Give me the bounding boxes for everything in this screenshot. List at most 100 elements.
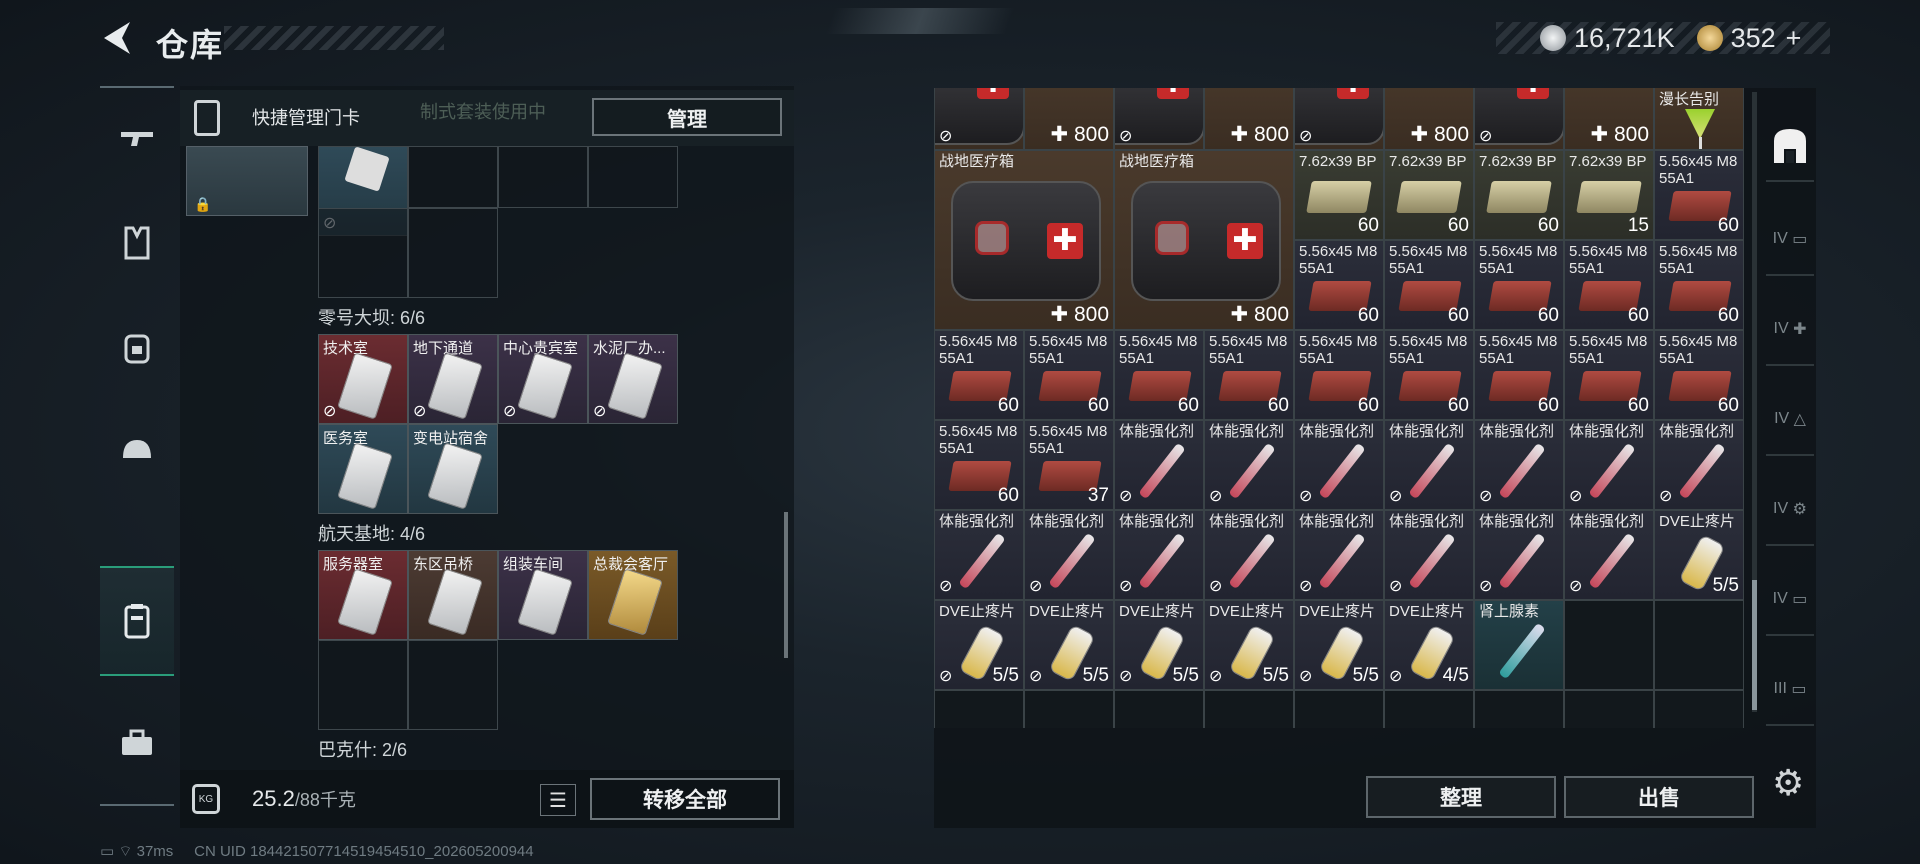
medkit-item[interactable]: ✚⊘ [934,88,1024,150]
ammo-556-item[interactable]: 5.56x45 M855A1 60 [1474,240,1564,330]
field-medkit-item[interactable]: 战地医疗箱 ✚ ✚ 800 [934,150,1114,330]
empty-keycard-slot[interactable] [318,208,408,298]
empty-keycard-slot[interactable] [318,640,408,730]
stim-item[interactable]: 体能强化剂 ⊘ [1024,510,1114,600]
ammo-762-bp-item[interactable]: 7.62x39 BP 60 [1474,150,1564,240]
ammo-556-item[interactable]: 5.56x45 M855A1 60 [1294,330,1384,420]
stim-item[interactable]: 体能强化剂 ⊘ [1474,420,1564,510]
stash-tab-misc[interactable]: IV ▭ [1766,564,1814,636]
settings-gear-icon[interactable]: ⚙ [1772,762,1804,804]
left-scrollbar[interactable] [784,512,788,658]
empty-keycard-slot[interactable] [408,640,498,730]
keycard[interactable]: 东区吊桥 [408,550,498,640]
rifle-icon[interactable] [100,86,174,192]
medkit-item[interactable]: ✚ 800 [1204,88,1294,150]
empty-stash-slot[interactable] [1564,690,1654,728]
empty-stash-slot[interactable] [1384,690,1474,728]
stim-item[interactable]: 体能强化剂 ⊘ [1204,420,1294,510]
empty-keycard-slot[interactable] [588,146,678,208]
empty-stash-slot[interactable] [1654,600,1744,690]
stim-item[interactable]: 体能强化剂 ⊘ [1204,510,1294,600]
medkit-item[interactable]: ✚ 800 [1384,88,1474,150]
keycard[interactable]: 变电站宿舍 [408,424,498,514]
stim-item[interactable]: 体能强化剂 ⊘ [1294,510,1384,600]
empty-keycard-slot[interactable] [408,146,498,208]
stim-item[interactable]: 体能强化剂 ⊘ [1474,510,1564,600]
ammo-556-item[interactable]: 5.56x45 M855A1 60 [1474,330,1564,420]
stash-tab-ammo[interactable]: IV △ [1766,384,1814,456]
helmet-icon[interactable] [100,398,174,504]
stash-tab-other[interactable]: III ▭ [1766,654,1814,726]
ammo-556-item[interactable]: 5.56x45 M855A1 60 [1654,150,1744,240]
adrenaline-item[interactable]: 肾上腺素 [1474,600,1564,690]
painkiller-item[interactable]: DVE止疼片 ⊘ 5/5 [934,600,1024,690]
empty-stash-slot[interactable] [1294,690,1384,728]
stash-tab-all[interactable] [1766,110,1814,182]
ammo-556-item[interactable]: 5.56x45 M855A1 60 [1294,240,1384,330]
painkiller-item[interactable]: DVE止疼片 5/5 [1654,510,1744,600]
ammo-556-item[interactable]: 5.56x45 M855A1 60 [1564,240,1654,330]
empty-stash-slot[interactable] [1024,690,1114,728]
field-medkit-item[interactable]: 战地医疗箱 ✚ ✚ 800 [1114,150,1294,330]
empty-stash-slot[interactable] [1204,690,1294,728]
empty-stash-slot[interactable] [1474,690,1564,728]
keycard-case-icon[interactable] [100,566,174,676]
ammo-556-item[interactable]: 5.56x45 M855A1 60 [1114,330,1204,420]
stash-scrollbar-thumb[interactable] [1752,580,1757,710]
stash-tab-medical[interactable]: IV ✚ [1766,294,1814,366]
stim-item[interactable]: 体能强化剂 ⊘ [1384,420,1474,510]
vest-icon[interactable] [100,190,174,296]
stim-item[interactable]: 体能强化剂 ⊘ [1564,510,1654,600]
list-view-button[interactable]: ☰ [540,784,576,816]
stim-item[interactable]: 体能强化剂 ⊘ [1114,510,1204,600]
medkit-item[interactable]: ✚ 800 [1024,88,1114,150]
stim-item[interactable]: 体能强化剂 ⊘ [1114,420,1204,510]
ammo-556-item[interactable]: 5.56x45 M855A1 60 [1564,330,1654,420]
manage-button[interactable]: 管理 [592,98,782,136]
cocktail-item[interactable]: 漫长告别 [1654,88,1744,150]
empty-stash-slot[interactable] [1114,690,1204,728]
ammo-556-item[interactable]: 5.56x45 M855A1 60 [934,330,1024,420]
keycard[interactable]: 水泥厂办... ⊘ [588,334,678,424]
add-currency-button[interactable]: + [1786,23,1802,54]
stim-item[interactable]: 体能强化剂 ⊘ [1384,510,1474,600]
painkiller-item[interactable]: DVE止疼片 ⊘ 5/5 [1204,600,1294,690]
keycard[interactable]: 医务室 [318,424,408,514]
painkiller-item[interactable]: DVE止疼片 ⊘ 5/5 [1024,600,1114,690]
medkit-item[interactable]: ✚ 800 [1564,88,1654,150]
empty-stash-slot[interactable] [1564,600,1654,690]
empty-stash-slot[interactable] [1654,690,1744,728]
empty-keycard-slot[interactable] [408,208,498,298]
empty-keycard-slot[interactable] [498,146,588,208]
ammo-556-item[interactable]: 5.56x45 M855A1 60 [1204,330,1294,420]
ammo-556-item[interactable]: 5.56x45 M855A1 60 [1384,240,1474,330]
painkiller-item[interactable]: DVE止疼片 ⊘ 5/5 [1294,600,1384,690]
ammo-556-item[interactable]: 5.56x45 M855A1 60 [1654,330,1744,420]
painkiller-item[interactable]: DVE止疼片 ⊘ 5/5 [1114,600,1204,690]
stim-item[interactable]: 体能强化剂 ⊘ [1294,420,1384,510]
ammo-556-item[interactable]: 5.56x45 M855A1 60 [1384,330,1474,420]
painkiller-item[interactable]: DVE止疼片 ⊘ 4/5 [1384,600,1474,690]
ammo-556-item[interactable]: 5.56x45 M855A1 60 [1024,330,1114,420]
keycard[interactable]: 服务器室 [318,550,408,640]
stim-item[interactable]: 体能强化剂 ⊘ [1564,420,1654,510]
ammo-762-bp-item[interactable]: 7.62x39 BP 15 [1564,150,1654,240]
keycard[interactable]: 组装车间 [498,550,588,640]
toolbox-icon[interactable] [100,690,174,796]
empty-stash-slot[interactable] [934,690,1024,728]
sort-button[interactable]: 整理 [1366,776,1556,818]
medkit-item[interactable]: ✚⊘ [1294,88,1384,150]
keycard[interactable]: 中心贵宾室 ⊘ [498,334,588,424]
medkit-item[interactable]: ✚⊘ [1474,88,1564,150]
transfer-all-button[interactable]: 转移全部 [590,778,780,820]
sell-button[interactable]: 出售 [1564,776,1754,818]
stash-tab-folder[interactable]: IV ▭ [1766,204,1814,276]
backpack-icon[interactable] [100,294,174,400]
keycard[interactable]: 总裁会客厅 [588,550,678,640]
back-arrow-icon[interactable] [100,18,136,58]
keycard[interactable]: 技术室 ⊘ [318,334,408,424]
ammo-762-bp-item[interactable]: 7.62x39 BP 60 [1294,150,1384,240]
ammo-556-item[interactable]: 5.56x45 M855A1 60 [1654,240,1744,330]
stim-item[interactable]: 体能强化剂 ⊘ [1654,420,1744,510]
ammo-556-item[interactable]: 5.56x45 M855A1 60 [934,420,1024,510]
